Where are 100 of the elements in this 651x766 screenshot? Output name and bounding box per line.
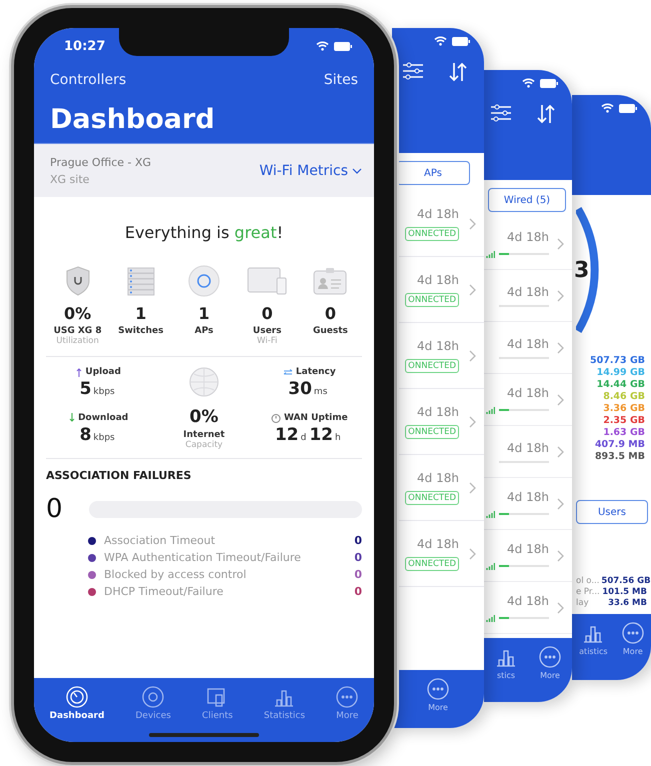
wifi-icon (316, 41, 329, 51)
failure-reason-count: 0 (354, 585, 362, 598)
internet-value: 0% (190, 407, 218, 427)
arrows-icon (282, 368, 293, 376)
device-count: 1 (135, 304, 146, 323)
tab-label[interactable]: stics (496, 671, 516, 680)
filter-button[interactable]: APs (396, 161, 470, 185)
signal-bars-icon (486, 250, 495, 258)
chevron-right-icon (557, 550, 564, 562)
amount-text: 1.63 GB (603, 427, 645, 438)
usage-value: 101.5 MB (602, 587, 647, 597)
device-label: APs (194, 326, 214, 336)
site-subtitle: XG site (50, 172, 90, 186)
chevron-right-icon (469, 284, 476, 296)
download-label: Download (69, 412, 128, 422)
filter-button[interactable]: Users (576, 500, 648, 524)
internet-sublabel: Capacity (185, 440, 223, 450)
amount-text: 2.35 GB (603, 415, 645, 426)
tab-label[interactable]: More (622, 647, 643, 656)
wifi-icon (522, 78, 535, 88)
arrow-up-icon (76, 368, 82, 376)
device-label: Switches (118, 326, 164, 336)
uptime-text: 4d 18h (417, 206, 459, 220)
monitor-and-phone-icon (247, 266, 288, 296)
device-sublabel: Wi-Fi (257, 336, 278, 346)
sliders-icon (490, 104, 512, 122)
filter-button[interactable]: Wired (5) (488, 188, 566, 212)
globe-icon (188, 367, 219, 397)
tab-label[interactable]: More (428, 703, 448, 712)
device-label: USG XG 8 (54, 326, 102, 336)
more-icon (622, 622, 644, 644)
signal-bars-icon (486, 562, 495, 570)
amount-text: 3.36 GB (603, 403, 645, 414)
chevron-down-icon (352, 168, 362, 174)
battery-icon (619, 104, 637, 112)
download-value: 8 kbps (80, 424, 116, 444)
uptime-text: 4d 18h (507, 542, 549, 556)
chevron-right-icon (557, 342, 564, 354)
signal-bars-icon (486, 406, 495, 414)
failure-reason: DHCP Timeout/Failure (104, 585, 224, 598)
uptime-text: 4d 18h (417, 338, 459, 352)
tab-bar-item[interactable]: Dashboard (50, 686, 104, 724)
amount-text: 407.9 MB (594, 439, 645, 450)
upload-label: Upload (76, 367, 121, 377)
device-sublabel: Utilization (56, 336, 99, 346)
amount-text: 507.73 GB (590, 355, 645, 366)
status-tag: ONNECTED (405, 424, 459, 438)
sites-link[interactable]: Sites (324, 72, 358, 102)
chevron-right-icon (557, 446, 564, 458)
amount-text: 893.5 MB (594, 451, 645, 462)
uptime-text: 4d 18h (507, 230, 549, 244)
tab-label[interactable]: atistics (579, 647, 608, 656)
metrics-dropdown[interactable]: Wi-Fi Metrics (259, 162, 362, 178)
battery-icon (334, 42, 352, 50)
status-tag: ONNECTED (405, 490, 459, 504)
device-count: 0 (262, 304, 273, 323)
wifi-icon (601, 103, 614, 113)
chevron-right-icon (557, 394, 564, 406)
wifi-icon (434, 36, 447, 46)
usage-value: 33.6 MB (608, 598, 647, 608)
status-headline: Everything is great! (124, 222, 284, 244)
sliders-icon (402, 62, 424, 80)
arrow-down-icon (69, 413, 76, 422)
tab-label[interactable]: More (540, 671, 560, 680)
access-point-icon (188, 265, 220, 297)
latency-label: Latency (282, 367, 336, 377)
tab-bar-item[interactable]: Statistics (264, 686, 306, 724)
usage-value: 507.56 GB (601, 576, 651, 586)
upload-value: 5 kbps (80, 379, 116, 399)
gauge-icon (66, 686, 88, 708)
failure-reason-count: 0 (354, 551, 362, 564)
controllers-link[interactable]: Controllers (50, 72, 126, 102)
failure-reason-count: 0 (354, 568, 362, 581)
page-title: Dashboard (49, 103, 216, 137)
device-label: Guests (312, 326, 348, 336)
tab-bar-item[interactable]: Clients (202, 686, 233, 724)
uptime-text: 4d 18h (417, 470, 459, 484)
uptime-text: 4d 18h (417, 404, 459, 418)
battery-icon (540, 78, 558, 88)
app-name: ol o... (576, 576, 600, 586)
chevron-right-icon (469, 548, 476, 560)
id-card-icon (313, 267, 348, 295)
chevron-right-icon (557, 602, 564, 614)
tab-bar-item[interactable]: More (336, 686, 358, 724)
section-title: ASSOCIATION FAILURES (46, 469, 192, 482)
uptime-text: 4d 18h (417, 272, 459, 286)
device-count: 0 (324, 304, 336, 323)
latency-value: 30 ms (288, 379, 328, 399)
uptime-text: 4d 18h (507, 386, 549, 400)
failure-reason: Association Timeout (104, 534, 216, 547)
uptime-value: 12 d 12 h (274, 424, 342, 444)
shield-icon (64, 266, 91, 296)
uptime-text: 4d 18h (507, 594, 549, 608)
amount-text: 14.44 GB (596, 379, 645, 390)
amount-text: 14.99 GB (596, 367, 645, 378)
signal-bars-icon (486, 510, 495, 518)
status-tag: ONNECTED (405, 556, 459, 570)
tab-bar-item[interactable]: Devices (136, 686, 171, 724)
chevron-right-icon (469, 218, 476, 230)
failure-reason-count: 0 (354, 534, 362, 547)
